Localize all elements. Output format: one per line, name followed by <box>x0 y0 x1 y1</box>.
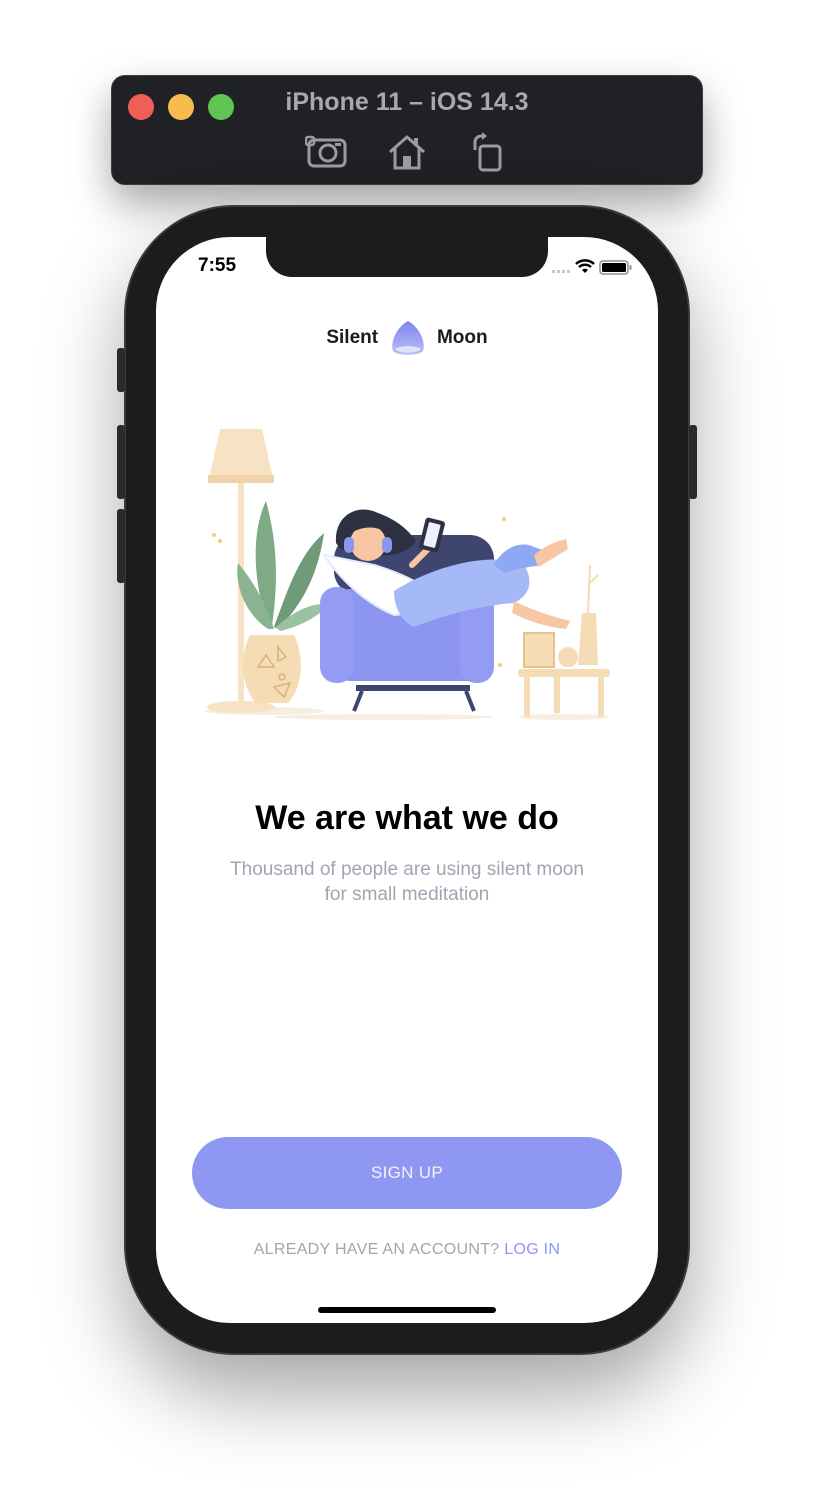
wifi-icon <box>575 259 595 273</box>
screenshot-icon[interactable] <box>304 132 349 172</box>
app-logo: Silent Moon <box>156 319 658 359</box>
battery-icon <box>599 260 632 275</box>
woman-relaxing-in-armchair-illustration <box>194 415 624 725</box>
logo-word-left: Silent <box>326 327 379 348</box>
volume-up-button <box>117 425 125 499</box>
signal-icon <box>552 270 570 273</box>
home-indicator[interactable] <box>318 1307 496 1313</box>
app-screen: 7:55 Silent Moon We are what we do Thous… <box>156 237 658 1323</box>
status-time: 7:55 <box>198 255 237 276</box>
home-icon[interactable] <box>385 132 429 172</box>
login-prompt-text: ALREADY HAVE AN ACCOUNT? <box>253 1241 500 1258</box>
page-subtitle: Thousand of people are using silent moon… <box>230 859 584 905</box>
sign-up-button[interactable]: SIGN UP <box>192 1137 622 1209</box>
simulator-stage: iPhone 11 – iOS 14.3 7:55 Silent Moon We… <box>0 0 814 1504</box>
log-in-link[interactable]: LOG IN <box>504 1241 560 1258</box>
logo-word-right: Moon <box>436 327 488 348</box>
volume-down-button <box>117 509 125 583</box>
page-title: We are what we do <box>255 799 559 837</box>
moon-logo-icon <box>389 319 427 357</box>
silent-switch <box>117 348 125 392</box>
notch <box>266 237 548 277</box>
power-button <box>689 425 697 499</box>
simulator-title: iPhone 11 – iOS 14.3 <box>285 88 529 116</box>
simulator-title-bar: iPhone 11 – iOS 14.3 <box>111 75 703 185</box>
simulator-toolbar <box>112 132 702 172</box>
status-icons <box>546 257 636 277</box>
login-prompt-row: ALREADY HAVE AN ACCOUNT? LOG IN <box>156 1241 658 1259</box>
rotate-icon[interactable] <box>465 132 509 172</box>
